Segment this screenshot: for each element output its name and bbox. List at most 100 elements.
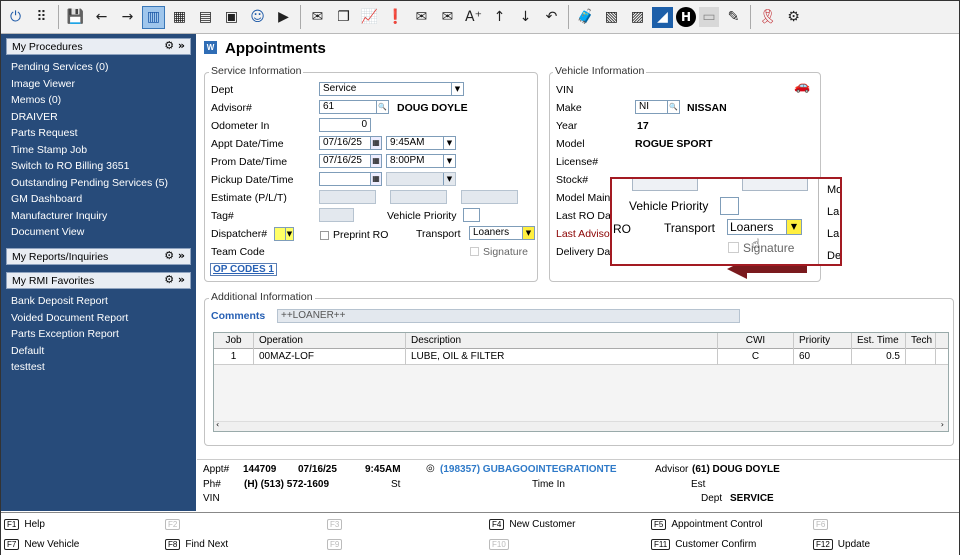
panel-settings-icon[interactable]: ⚙ » — [164, 249, 185, 262]
chevron-down-icon[interactable]: ▼ — [443, 155, 455, 167]
sidebar-item[interactable]: Parts Exception Report — [11, 326, 128, 343]
gear-icon[interactable]: ⚙ — [782, 6, 805, 29]
scroll-right-icon[interactable]: › — [941, 420, 944, 429]
estimate-total-input[interactable] — [461, 190, 518, 204]
chevron-down-icon[interactable]: ▼ — [443, 173, 455, 185]
mail-icon[interactable]: ✉ — [306, 6, 329, 29]
cube-icon[interactable]: ▧ — [600, 6, 623, 29]
summary-customer-link[interactable]: (198357) GUBAGOOINTEGRATIONTE — [440, 464, 617, 475]
panel-settings-icon[interactable]: ⚙ » — [164, 39, 185, 52]
fkey-f6[interactable]: F6 — [813, 519, 833, 530]
briefcase-icon[interactable]: 🧳 — [574, 6, 597, 29]
down-arrow-icon[interactable]: ↓ — [514, 6, 537, 29]
fkey-f7[interactable]: F7 New Vehicle — [4, 539, 79, 550]
calendar-icon[interactable]: ▤ — [194, 6, 217, 29]
pickup-date-input[interactable] — [319, 172, 371, 186]
app-icon[interactable]: ◢ — [652, 6, 673, 28]
sidebar-item[interactable]: testtest — [11, 359, 128, 376]
pickup-time-select[interactable]: ▼ — [386, 172, 456, 186]
op-codes-button[interactable]: OP CODES 1 — [210, 263, 277, 276]
image-icon[interactable]: ▨ — [626, 6, 649, 29]
vehicle-priority-input[interactable] — [463, 208, 480, 222]
column-header[interactable]: CWI — [718, 333, 794, 349]
sidebar-item[interactable]: GM Dashboard — [11, 191, 168, 208]
fkey-f5[interactable]: F5 Appointment Control — [651, 519, 763, 530]
font-size-icon[interactable]: A⁺ — [462, 6, 485, 29]
fkey-f9[interactable]: F9 — [327, 539, 347, 550]
ribbon-icon[interactable]: 🎗 — [756, 6, 779, 29]
column-header[interactable]: Job — [214, 333, 254, 349]
sidebar-item[interactable]: Image Viewer — [11, 76, 168, 93]
user-icon[interactable]: ☺ — [246, 6, 269, 29]
calendar-icon[interactable]: ▦ — [370, 172, 382, 186]
fkey-f2[interactable]: F2 — [165, 519, 185, 530]
sidebar-item[interactable]: Memos (0) — [11, 92, 168, 109]
column-header[interactable]: Tech — [906, 333, 936, 349]
h-logo-icon[interactable]: H — [676, 7, 696, 27]
paint-icon[interactable]: ✎ — [722, 6, 745, 29]
estimate-parts-input[interactable] — [319, 190, 376, 204]
sidebar-item[interactable]: Bank Deposit Report — [11, 293, 128, 310]
apps-grid-icon[interactable]: ⠿ — [30, 6, 53, 29]
up-arrow-icon[interactable]: ↑ — [488, 6, 511, 29]
calculator-icon[interactable]: ▦ — [168, 6, 191, 29]
tag-input[interactable] — [319, 208, 354, 222]
fkey-f12[interactable]: F12 Update — [813, 539, 870, 550]
chevron-down-icon[interactable]: ▼ — [285, 228, 293, 240]
forward-arrow-icon[interactable]: → — [116, 6, 139, 29]
sidebar-item[interactable]: Switch to RO Billing 3651 — [11, 158, 168, 175]
save-icon[interactable]: 💾 — [64, 6, 87, 29]
chevron-down-icon[interactable]: ▼ — [443, 137, 455, 149]
sidebar-item[interactable]: Outstanding Pending Services (5) — [11, 175, 168, 192]
column-header[interactable]: Description — [406, 333, 718, 349]
column-header[interactable]: Est. Time — [852, 333, 906, 349]
fkey-f10[interactable]: F10 — [489, 539, 514, 550]
dept-select[interactable]: Service ▼ — [319, 82, 464, 96]
comments-input[interactable]: ++LOANER++ — [277, 309, 740, 323]
sidebar-item[interactable]: Manufacturer Inquiry — [11, 208, 168, 225]
power-icon[interactable]: ⏻ — [4, 6, 27, 29]
disabled-icon[interactable]: ▭ — [699, 7, 719, 27]
preprint-ro-checkbox[interactable] — [320, 231, 329, 240]
panel-settings-icon[interactable]: ⚙ » — [164, 273, 185, 286]
envelope-open-icon[interactable]: ✉ — [436, 6, 459, 29]
copy-icon[interactable]: ❐ — [332, 6, 355, 29]
fkey-f8[interactable]: F8 Find Next — [165, 539, 228, 550]
sidebar-item[interactable]: Time Stamp Job — [11, 142, 168, 159]
make-input[interactable]: NI 🔍 — [635, 100, 680, 114]
appt-time-select[interactable]: 9:45AM ▼ — [386, 136, 456, 150]
chevron-down-icon[interactable]: ▼ — [451, 83, 463, 95]
undo-icon[interactable]: ↶ — [540, 6, 563, 29]
calendar-icon[interactable]: ▦ — [370, 154, 382, 168]
sidebar-item[interactable]: Parts Request — [11, 125, 168, 142]
transport-select[interactable]: Loaners ▼ — [469, 226, 535, 240]
fkey-f1[interactable]: F1 Help — [4, 519, 45, 530]
prom-date-input[interactable]: 07/16/25 — [319, 154, 371, 168]
appt-date-input[interactable]: 07/16/25 — [319, 136, 371, 150]
play-icon[interactable]: ▶ — [272, 6, 295, 29]
inbox-icon[interactable]: ✉ — [410, 6, 433, 29]
sidebar-item[interactable]: DRAIVER — [11, 109, 168, 126]
sidebar-item[interactable]: Pending Services (0) — [11, 59, 168, 76]
column-header[interactable]: Operation — [254, 333, 406, 349]
sidebar-item[interactable]: Voided Document Report — [11, 310, 128, 327]
search-icon[interactable]: 🔍 — [376, 101, 388, 113]
my-reports-header[interactable]: My Reports/Inquiries ⚙ » — [6, 248, 191, 265]
my-procedures-header[interactable]: My Procedures ⚙ » — [6, 38, 191, 55]
sidebar-item[interactable]: Document View — [11, 224, 168, 241]
my-rmi-favorites-header[interactable]: My RMI Favorites ⚙ » — [6, 272, 191, 289]
chevron-down-icon[interactable]: ▼ — [522, 227, 534, 239]
car-icon[interactable]: 🚗 — [794, 79, 810, 94]
back-arrow-icon[interactable]: ← — [90, 6, 113, 29]
fkey-f3[interactable]: F3 — [327, 519, 347, 530]
signature-checkbox[interactable] — [470, 247, 479, 256]
calendar-icon[interactable]: ▦ — [370, 136, 382, 150]
fkey-f4[interactable]: F4 New Customer — [489, 519, 575, 530]
scroll-left-icon[interactable]: ‹ — [216, 420, 219, 429]
advisor-input[interactable]: 61 🔍 — [319, 100, 389, 114]
odometer-input[interactable]: 0 — [319, 118, 371, 132]
prom-time-select[interactable]: 8:00PM ▼ — [386, 154, 456, 168]
search-icon[interactable]: 🔍 — [667, 101, 679, 113]
column-header[interactable]: Priority — [794, 333, 852, 349]
fkey-f11[interactable]: F11 Customer Confirm — [651, 539, 756, 550]
